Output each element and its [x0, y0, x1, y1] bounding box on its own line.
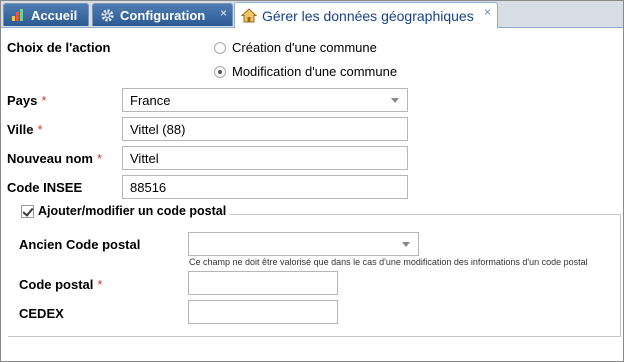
action-label: Choix de l'action — [7, 40, 111, 55]
home-icon — [241, 8, 257, 24]
ville-field[interactable]: Vittel (88) — [122, 117, 408, 141]
cedex-label: CEDEX — [19, 306, 64, 321]
required-marker: * — [96, 151, 103, 166]
radio-modification[interactable]: Modification d'une commune — [214, 64, 397, 79]
chevron-down-icon[interactable] — [402, 242, 410, 247]
code-insee-field[interactable]: 88516 — [122, 175, 408, 199]
ville-label-text: Ville — [7, 122, 34, 137]
tab-label: Gérer les données géographiques — [262, 7, 474, 24]
required-marker: * — [41, 93, 47, 108]
required-marker: * — [37, 122, 43, 137]
pays-label: Pays * — [7, 93, 46, 108]
radio-label: Modification d'une commune — [232, 64, 398, 79]
code-insee-value: 88516 — [130, 179, 167, 195]
code-postal-label: Code postal * — [19, 277, 102, 292]
tab-label: Configuration — [120, 7, 206, 23]
pays-label-text: Pays — [7, 93, 38, 108]
ancien-code-postal-label: Ancien Code postal — [19, 237, 141, 252]
tab-close-icon[interactable]: × — [220, 6, 227, 20]
ville-label: Ville * — [7, 122, 43, 137]
code-insee-label: Code INSEE — [7, 180, 83, 195]
postal-legend[interactable]: Ajouter/modifier un code postal — [8, 204, 231, 218]
tab-accueil[interactable]: Accueil — [3, 3, 89, 26]
required-marker: * — [97, 277, 103, 292]
postal-legend-label: Ajouter/modifier un code postal — [38, 204, 227, 218]
gear-icon — [99, 7, 115, 23]
postal-checkbox[interactable] — [21, 204, 34, 218]
nouveau-nom-label: Nouveau nom * — [7, 151, 102, 166]
radio-label: Création d'une commune — [232, 40, 377, 55]
nouveau-nom-label-text: Nouveau nom — [7, 151, 93, 166]
tab-close-icon[interactable]: × — [484, 5, 491, 19]
bar-chart-icon — [10, 7, 26, 23]
tab-gerer-donnees-geographiques[interactable]: Gérer les données géographiques × — [234, 2, 498, 28]
code-postal-label-text: Code postal — [19, 277, 94, 292]
nouveau-nom-value: Vittel — [130, 150, 159, 166]
tab-configuration[interactable]: Configuration × — [92, 3, 233, 26]
nouveau-nom-field[interactable]: Vittel — [122, 146, 408, 170]
window-frame: Accueil Configuration × Gérer les donnée… — [0, 0, 624, 362]
tab-label: Accueil — [31, 7, 78, 23]
ancien-code-postal-hint: Ce champ ne doit être valorisé que dans … — [189, 257, 588, 267]
radio-button[interactable] — [214, 41, 226, 54]
cedex-field[interactable] — [188, 300, 338, 324]
ancien-code-postal-select[interactable] — [188, 232, 419, 256]
radio-creation[interactable]: Création d'une commune — [214, 40, 377, 55]
ville-value: Vittel (88) — [130, 121, 186, 137]
chevron-down-icon[interactable] — [391, 98, 399, 103]
pays-value: France — [130, 92, 171, 108]
tab-bar: Accueil Configuration × Gérer les donnée… — [1, 1, 623, 28]
code-postal-field[interactable] — [188, 271, 338, 295]
radio-button-selected[interactable] — [214, 65, 226, 78]
pays-select[interactable]: France — [122, 88, 408, 112]
